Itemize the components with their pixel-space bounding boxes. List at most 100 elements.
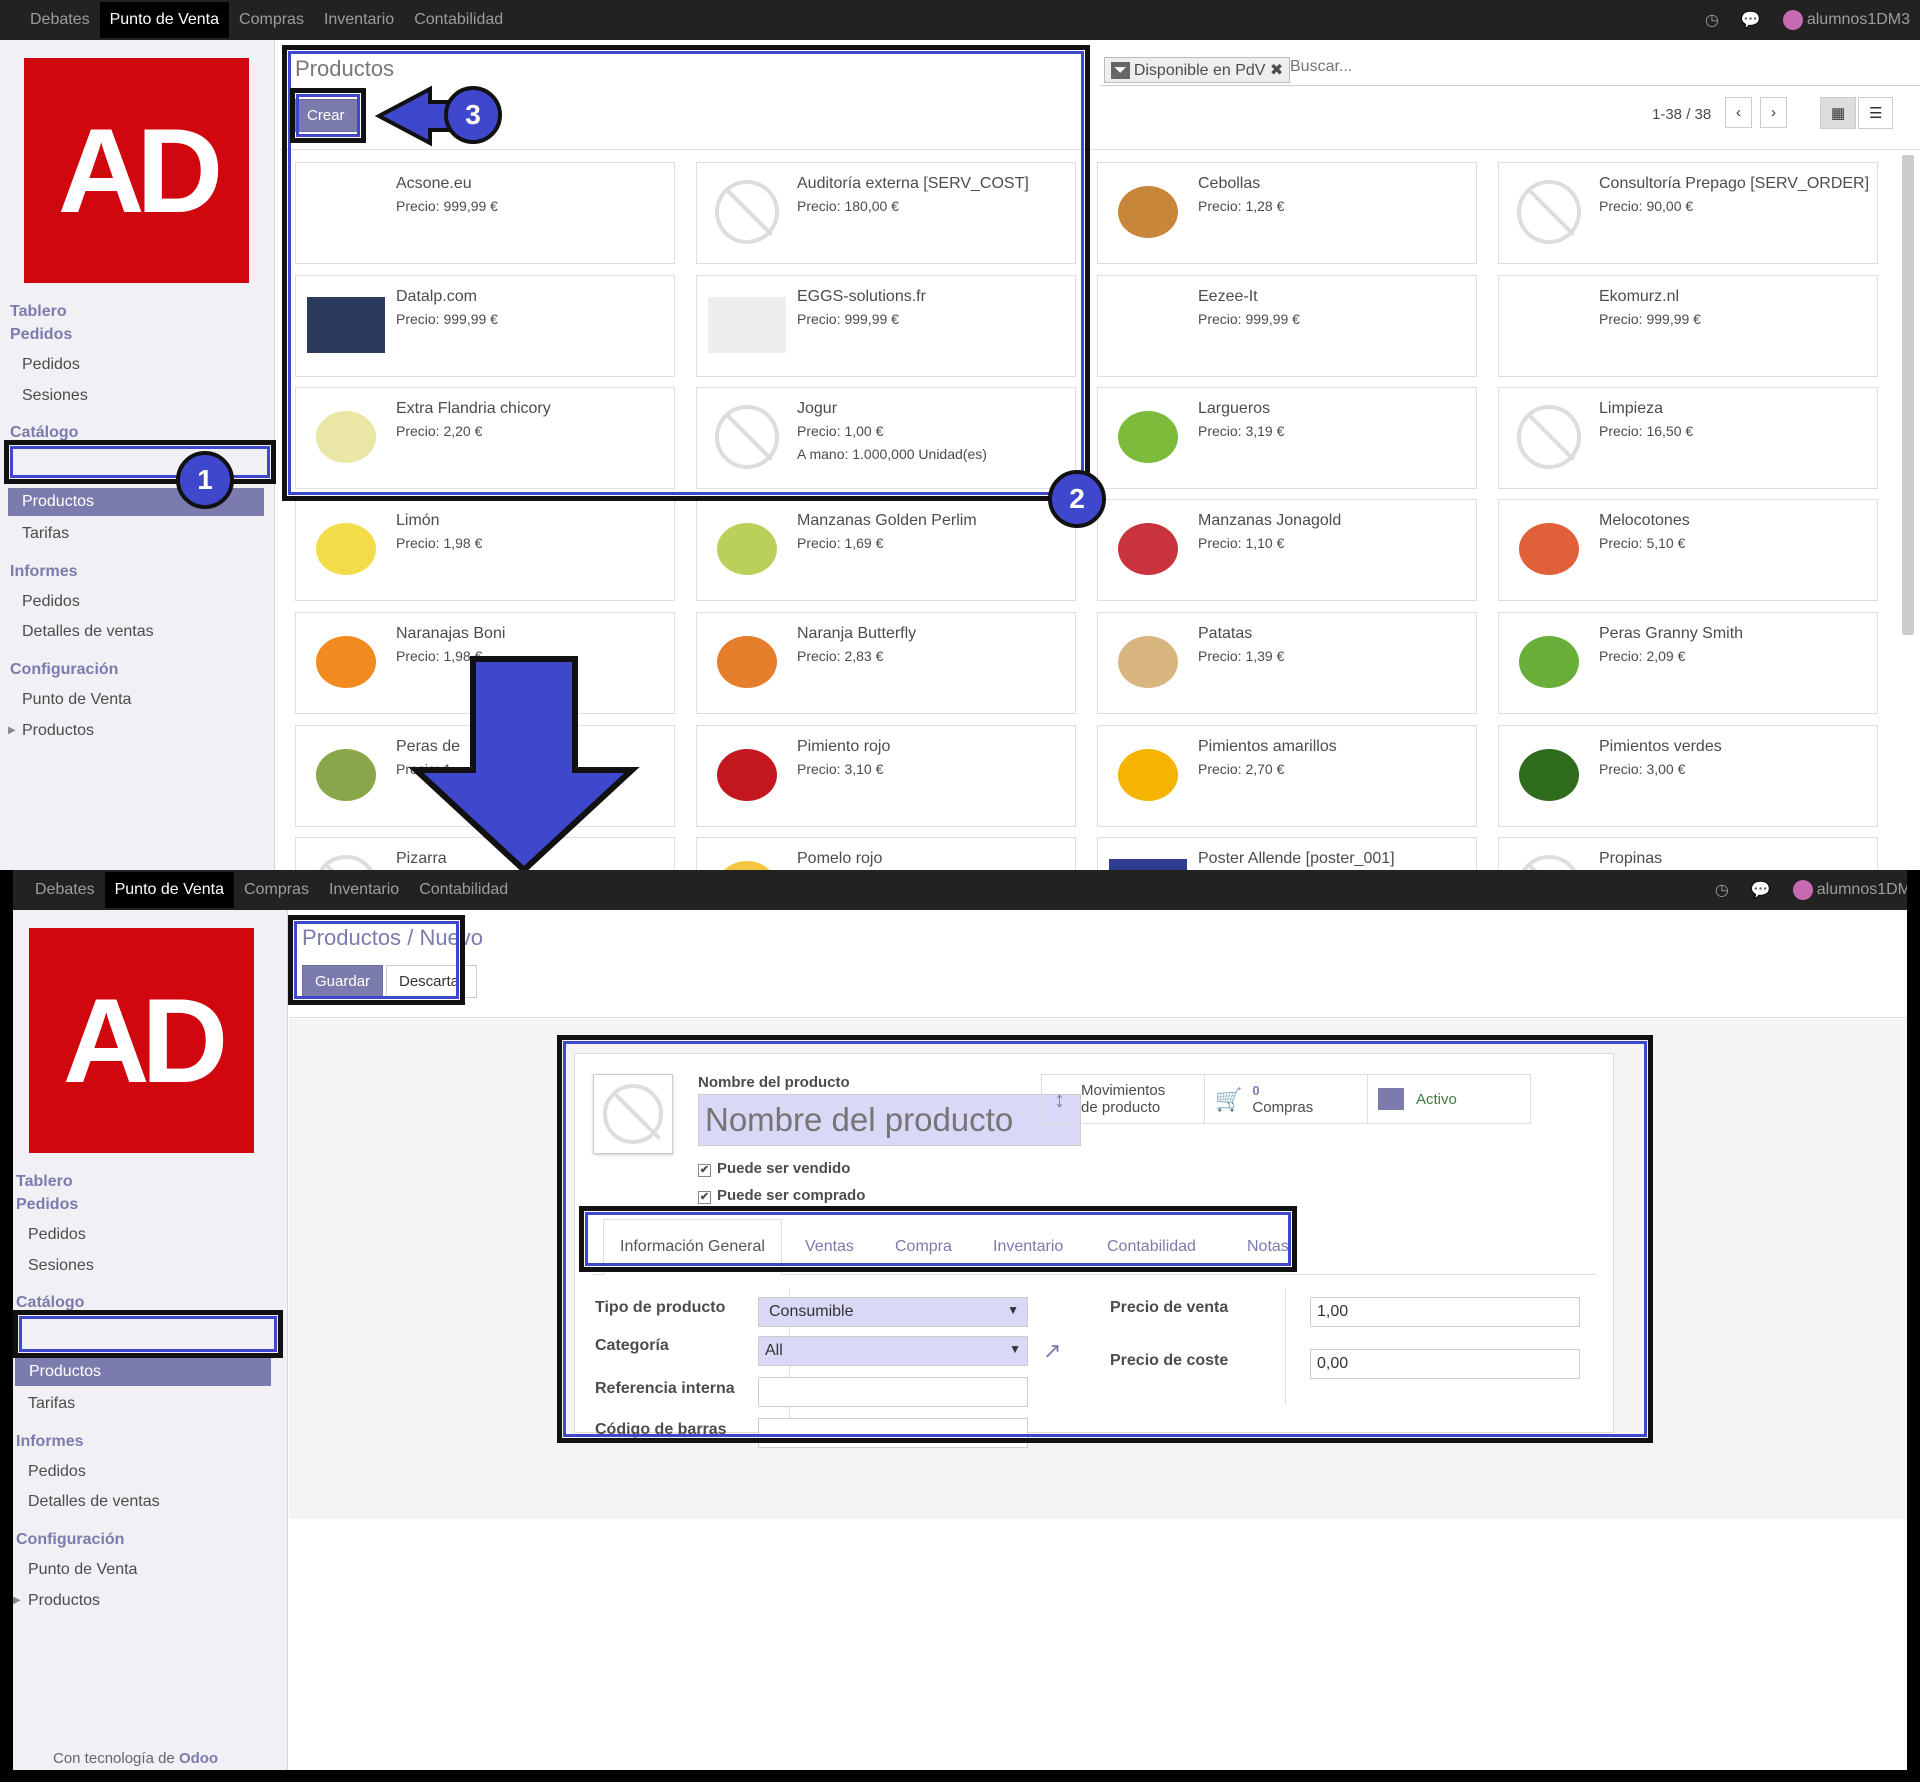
- sidebar-item-punto-de-venta[interactable]: Punto de Venta: [22, 691, 131, 709]
- product-name: Cebollas: [1198, 175, 1261, 192]
- odoo-link[interactable]: Odoo: [179, 1750, 218, 1767]
- powered-by: Con tecnología de Odoo: [53, 1750, 218, 1767]
- menu-inventario[interactable]: Inventario: [319, 872, 409, 908]
- company-logo: AD: [24, 58, 249, 283]
- menu-debates[interactable]: Debates: [20, 2, 100, 38]
- product-card[interactable]: Pimientos verdes Precio: 3,00 €: [1498, 725, 1878, 827]
- menu-compras[interactable]: Compras: [229, 2, 314, 38]
- sidebar-section-pedidos[interactable]: Pedidos: [16, 1196, 78, 1214]
- sidebar-item-informes-pedidos[interactable]: Pedidos: [28, 1463, 86, 1481]
- filter-facet[interactable]: ⏷ Disponible en PdV ✖: [1104, 57, 1291, 83]
- expand-caret-icon[interactable]: ▶: [13, 1595, 21, 1606]
- product-card[interactable]: Propinas: [1498, 837, 1878, 870]
- product-card[interactable]: Melocotones Precio: 5,10 €: [1498, 499, 1878, 601]
- poster-logo: [1109, 859, 1187, 870]
- menu-punto-de-venta[interactable]: Punto de Venta: [104, 872, 235, 908]
- product-card[interactable]: Peras Granny Smith Precio: 2,09 €: [1498, 612, 1878, 714]
- remove-filter-icon[interactable]: ✖: [1270, 62, 1283, 79]
- menu-debates[interactable]: Debates: [25, 872, 105, 908]
- user-menu[interactable]: alumnos1DM3: [1782, 10, 1910, 30]
- highlight-box-create: [290, 88, 366, 143]
- menu-contabilidad[interactable]: Contabilidad: [409, 872, 518, 908]
- pager-previous-icon[interactable]: ‹: [1725, 97, 1752, 128]
- kanban-view-icon[interactable]: ▦: [1820, 97, 1857, 129]
- product-card[interactable]: Manzanas Golden Perlim Precio: 1,69 €: [696, 499, 1076, 601]
- product-image: [1509, 740, 1589, 810]
- butterfly-image: [717, 636, 777, 688]
- product-card[interactable]: Naranja Butterfly Precio: 2,83 €: [696, 612, 1076, 714]
- product-image: [707, 514, 787, 584]
- big-down-arrow: [408, 656, 640, 870]
- screenshot-new-product: Debates Punto de Venta Compras Inventari…: [0, 870, 1920, 1782]
- sidebar-item-punto-de-venta[interactable]: Punto de Venta: [28, 1561, 137, 1579]
- product-card[interactable]: Patatas Precio: 1,39 €: [1097, 612, 1477, 714]
- sidebar-item-tarifas[interactable]: Tarifas: [22, 525, 69, 543]
- sidebar-item-tarifas[interactable]: Tarifas: [28, 1395, 75, 1413]
- orange-image: [316, 636, 376, 688]
- product-card[interactable]: Limón Precio: 1,98 €: [295, 499, 675, 601]
- pear-image: [316, 749, 376, 801]
- product-card[interactable]: Manzanas Jonagold Precio: 1,10 €: [1097, 499, 1477, 601]
- sidebar-item-detalles-ventas[interactable]: Detalles de ventas: [22, 623, 154, 641]
- product-image: [1509, 402, 1589, 472]
- product-image: [1509, 177, 1589, 247]
- product-card[interactable]: Largueros Precio: 3,19 €: [1097, 387, 1477, 489]
- product-card[interactable]: Pimientos amarillos Precio: 2,70 €: [1097, 725, 1477, 827]
- product-name: Pimiento rojo: [797, 738, 891, 755]
- powered-by-text: Con tecnología de: [53, 1750, 175, 1767]
- product-image: [306, 514, 386, 584]
- product-image: [1108, 402, 1188, 472]
- product-card[interactable]: Limpieza Precio: 16,50 €: [1498, 387, 1878, 489]
- expand-caret-icon[interactable]: ▶: [8, 725, 16, 736]
- menu-compras[interactable]: Compras: [234, 872, 319, 908]
- menu-contabilidad[interactable]: Contabilidad: [404, 2, 513, 38]
- product-image: [1509, 627, 1589, 697]
- product-card[interactable]: Cebollas Precio: 1,28 €: [1097, 162, 1477, 264]
- menu-punto-de-venta[interactable]: Punto de Venta: [99, 2, 230, 38]
- product-card[interactable]: Pomelo rojo: [696, 837, 1076, 870]
- sidebar-item-sesiones[interactable]: Sesiones: [28, 1257, 94, 1275]
- product-image: [1108, 852, 1188, 870]
- company-logo: AD: [29, 928, 254, 1153]
- logo-text: AD: [62, 973, 228, 1108]
- product-card[interactable]: Poster Allende [poster_001]: [1097, 837, 1477, 870]
- sidebar-section-pedidos[interactable]: Pedidos: [10, 326, 72, 344]
- product-card[interactable]: Ekomurz.nl Precio: 999,99 €: [1498, 275, 1878, 377]
- pager-next-icon[interactable]: ›: [1760, 97, 1787, 128]
- sidebar-item-sesiones[interactable]: Sesiones: [22, 387, 88, 405]
- product-name: Limón: [396, 512, 440, 529]
- product-name: Pimientos verdes: [1599, 738, 1722, 755]
- product-card[interactable]: Eezee-It Precio: 999,99 €: [1097, 275, 1477, 377]
- sidebar-item-productos[interactable]: Productos: [15, 1358, 271, 1386]
- scrollbar[interactable]: [1902, 155, 1914, 635]
- sidebar-item-config-productos[interactable]: Productos: [22, 722, 94, 740]
- product-image: [707, 627, 787, 697]
- menu-inventario[interactable]: Inventario: [314, 2, 404, 38]
- sidebar-item-detalles-ventas[interactable]: Detalles de ventas: [28, 1493, 160, 1511]
- activity-clock-icon[interactable]: ◷: [1705, 10, 1719, 30]
- search-bar[interactable]: ⏷Disponible en PdV ✖ ⌕: [1100, 54, 1920, 86]
- sidebar-item-pedidos[interactable]: Pedidos: [22, 356, 80, 374]
- filter-funnel-icon: ⏷: [1111, 62, 1130, 79]
- search-input[interactable]: [1290, 58, 1920, 76]
- product-card[interactable]: Pimiento rojo Precio: 3,10 €: [696, 725, 1076, 827]
- sidebar-item-config-productos[interactable]: Productos: [28, 1592, 100, 1610]
- chat-icon[interactable]: 💬: [1751, 880, 1771, 900]
- no-image-icon: [314, 855, 378, 870]
- list-view-icon[interactable]: ☰: [1858, 97, 1894, 129]
- product-price: Precio: 999,99 €: [1198, 311, 1300, 327]
- user-menu[interactable]: alumnos1DM: [1792, 880, 1907, 900]
- top-menu-bar: Debates Punto de Venta Compras Inventari…: [13, 870, 1907, 910]
- sidebar-item-pedidos[interactable]: Pedidos: [28, 1226, 86, 1244]
- yellowpepper-image: [1118, 749, 1178, 801]
- product-name: Ekomurz.nl: [1599, 288, 1680, 305]
- sidebar-item-informes-pedidos[interactable]: Pedidos: [22, 593, 80, 611]
- highlight-box-form-header: [288, 915, 465, 1005]
- product-image: [1509, 852, 1589, 870]
- product-price: Precio: 1,10 €: [1198, 535, 1285, 551]
- sidebar-item-tablero[interactable]: Tablero: [16, 1173, 73, 1191]
- chat-icon[interactable]: 💬: [1741, 10, 1761, 30]
- activity-clock-icon[interactable]: ◷: [1715, 880, 1729, 900]
- sidebar-item-tablero[interactable]: Tablero: [10, 303, 67, 321]
- product-card[interactable]: Consultoría Prepago [SERV_ORDER] Precio: …: [1498, 162, 1878, 264]
